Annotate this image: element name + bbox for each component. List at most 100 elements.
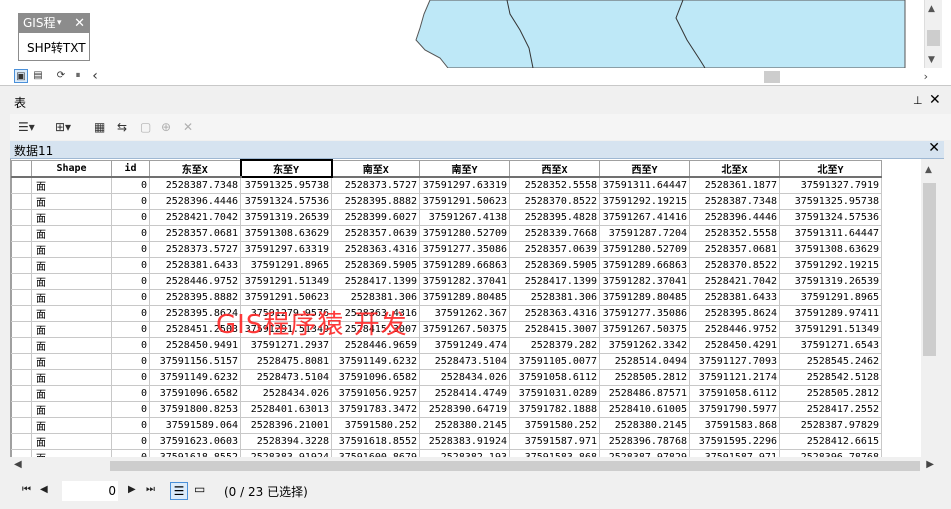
scroll-right-icon[interactable]: ›: [924, 70, 928, 83]
table-cell[interactable]: 0: [111, 401, 150, 418]
previous-record-icon[interactable]: ◀: [40, 484, 48, 495]
table-cell[interactable]: 2528387.7348: [689, 193, 780, 210]
table-cell[interactable]: 2528417.1399: [509, 273, 600, 290]
table-cell[interactable]: 2528361.1877: [689, 176, 780, 194]
table-cell[interactable]: 37591297.63319: [240, 241, 332, 258]
table-cell[interactable]: 37591289.80485: [419, 289, 510, 306]
table-cell[interactable]: 2528414.4749: [419, 385, 510, 402]
scroll-thumb[interactable]: [110, 461, 920, 471]
table-cell[interactable]: 0: [111, 321, 150, 338]
switch-selection-icon[interactable]: ⇆: [117, 119, 127, 135]
table-cell[interactable]: 2528352.5558: [509, 176, 600, 194]
table-cell[interactable]: 37591587.971: [689, 449, 780, 457]
row-selector[interactable]: [11, 305, 32, 322]
scroll-up-icon[interactable]: ▲: [925, 165, 932, 175]
show-selected-records-icon[interactable]: ▭: [194, 482, 205, 496]
table-row[interactable]: 面 0 2528357.0681 37591308.63629 2528357.0639…: [11, 225, 882, 242]
table-cell[interactable]: 2528363.4316: [509, 305, 600, 322]
table-cell[interactable]: 37591096.6582: [331, 369, 420, 386]
table-row[interactable]: 面 0 37591156.5157 2528475.8081 37591149.6232…: [11, 353, 882, 370]
table-cell[interactable]: 37591149.6232: [331, 353, 420, 370]
table-cell[interactable]: 37591282.37041: [599, 273, 690, 290]
table-options-icon[interactable]: ☰▾: [18, 119, 35, 135]
delete-selected-icon[interactable]: ✕: [183, 119, 193, 135]
table-cell[interactable]: 0: [111, 257, 150, 274]
close-icon[interactable]: ✕: [929, 92, 941, 108]
table-row[interactable]: 面 0 2528387.7348 37591325.95738 2528373.5727…: [11, 176, 882, 194]
table-cell[interactable]: 37591618.8552: [149, 449, 241, 457]
table-cell[interactable]: 37591325.95738: [240, 176, 332, 194]
table-cell[interactable]: 面: [31, 337, 112, 354]
table-cell[interactable]: 0: [111, 433, 150, 450]
table-cell[interactable]: 37591058.6112: [689, 385, 780, 402]
table-row[interactable]: 面 0 37591800.8253 2528401.63013 37591783.347…: [11, 401, 882, 418]
row-selector[interactable]: [11, 337, 32, 354]
table-cell[interactable]: 37591280.52709: [599, 241, 690, 258]
table-cell[interactable]: 2528357.0681: [689, 241, 780, 258]
table-cell[interactable]: 37591267.41416: [599, 209, 690, 226]
table-cell[interactable]: 2528369.5905: [509, 257, 600, 274]
table-cell[interactable]: 37591292.19215: [599, 193, 690, 210]
table-cell[interactable]: 2528380.2145: [419, 417, 510, 434]
table-cell[interactable]: 面: [31, 401, 112, 418]
map-view[interactable]: ▲ ▼ GIS程 ▾ ✕ SHP转TXT ▣ ▤ ⟳ ⏸ ‹ ›: [0, 0, 951, 86]
row-selector[interactable]: [11, 273, 32, 290]
row-selector[interactable]: [11, 385, 32, 402]
table-cell[interactable]: 2528373.5727: [331, 176, 420, 194]
column-header[interactable]: 北至Y: [779, 159, 882, 178]
table-cell[interactable]: 37591324.57536: [779, 209, 882, 226]
last-record-icon[interactable]: ⏭: [146, 484, 155, 495]
table-cell[interactable]: 37591583.868: [509, 449, 600, 457]
row-selector[interactable]: [11, 225, 32, 242]
table-cell[interactable]: 0: [111, 369, 150, 386]
table-cell[interactable]: 37591580.252: [331, 417, 420, 434]
table-cell[interactable]: 2528394.3228: [240, 433, 332, 450]
table-row[interactable]: 面 0 37591589.064 2528396.21001 37591580.252 2…: [11, 417, 882, 434]
first-record-icon[interactable]: ⏮: [22, 484, 31, 495]
table-cell[interactable]: 面: [31, 273, 112, 290]
table-row[interactable]: 面 0 2528446.9752 37591291.51349 2528417.1399…: [11, 273, 882, 290]
scroll-thumb[interactable]: [927, 30, 940, 46]
table-row[interactable]: 面 0 2528395.8882 37591291.50623 2528381.306 3…: [11, 289, 882, 306]
table-cell[interactable]: 2528421.7042: [149, 209, 241, 226]
table-horizontal-scrollbar[interactable]: ◀ ▶: [10, 459, 938, 473]
table-cell[interactable]: 面: [31, 321, 112, 338]
scroll-thumb[interactable]: [764, 71, 780, 83]
table-cell[interactable]: 37591289.97411: [779, 305, 882, 322]
table-cell[interactable]: 37591324.57536: [240, 193, 332, 210]
table-cell[interactable]: 0: [111, 417, 150, 434]
table-cell[interactable]: 37591287.7204: [599, 225, 690, 242]
table-cell[interactable]: 2528395.8624: [689, 305, 780, 322]
table-cell[interactable]: 2528417.1399: [331, 273, 420, 290]
table-cell[interactable]: 37591595.2296: [689, 433, 780, 450]
table-cell[interactable]: 37591297.63319: [419, 176, 510, 194]
table-cell[interactable]: 2528505.2812: [779, 385, 882, 402]
column-header[interactable]: 东至X: [149, 159, 241, 178]
shp-to-txt-button[interactable]: SHP转TXT: [27, 39, 86, 56]
table-cell[interactable]: 37591267.50375: [599, 321, 690, 338]
column-header[interactable]: 西至X: [509, 159, 600, 178]
table-cell[interactable]: 2528352.5558: [689, 225, 780, 242]
table-cell[interactable]: 面: [31, 257, 112, 274]
table-cell[interactable]: 2528396.21001: [240, 417, 332, 434]
scroll-right-icon[interactable]: ▶: [926, 459, 934, 470]
table-cell[interactable]: 37591289.66863: [599, 257, 690, 274]
column-header[interactable]: 南至Y: [419, 159, 510, 178]
table-cell[interactable]: 37591325.95738: [779, 193, 882, 210]
close-icon[interactable]: ✕: [928, 140, 940, 156]
table-cell[interactable]: 37591289.80485: [599, 289, 690, 306]
row-selector-header[interactable]: [11, 159, 32, 178]
table-cell[interactable]: 37591096.6582: [149, 385, 241, 402]
table-cell[interactable]: 面: [31, 305, 112, 322]
table-row[interactable]: 面 0 2528373.5727 37591297.63319 2528363.4316…: [11, 241, 882, 258]
table-cell[interactable]: 37591277.35086: [419, 241, 510, 258]
row-selector[interactable]: [11, 193, 32, 210]
table-cell[interactable]: 0: [111, 353, 150, 370]
table-cell[interactable]: 2528542.5128: [779, 369, 882, 386]
row-selector[interactable]: [11, 401, 32, 418]
table-cell[interactable]: 2528383.91924: [240, 449, 332, 457]
table-cell[interactable]: 37591271.6543: [779, 337, 882, 354]
row-selector[interactable]: [11, 417, 32, 434]
table-cell[interactable]: 2528434.026: [240, 385, 332, 402]
map-canvas[interactable]: [0, 0, 924, 68]
